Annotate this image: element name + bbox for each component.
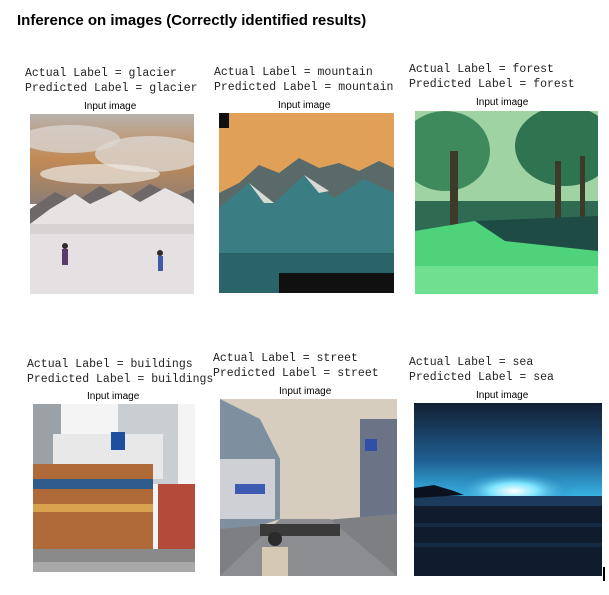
actual-label: Actual Label = mountain [214,66,373,79]
text-cursor [603,567,605,581]
input-image-caption: Input image [476,390,529,401]
predicted-label: Predicted Label = glacier [25,82,198,95]
input-image-caption: Input image [476,97,529,108]
input-image-caption: Input image [279,386,332,397]
glacier-image [30,114,194,294]
predicted-label: Predicted Label = buildings [27,373,214,386]
buildings-image [33,404,195,572]
street-image [220,399,397,576]
input-image-caption: Input image [278,100,331,111]
actual-label: Actual Label = sea [409,356,534,369]
predicted-label: Predicted Label = street [213,367,379,380]
input-image-caption: Input image [87,391,140,402]
input-image-caption: Input image [84,101,137,112]
sea-image [414,403,602,576]
forest-image [415,111,598,294]
actual-label: Actual Label = forest [409,63,554,76]
predicted-label: Predicted Label = forest [409,78,575,91]
actual-label: Actual Label = buildings [27,358,193,371]
figure-title: Inference on images (Correctly identifie… [17,12,367,29]
predicted-label: Predicted Label = mountain [214,81,394,94]
mountain-image [219,113,394,293]
actual-label: Actual Label = street [213,352,358,365]
actual-label: Actual Label = glacier [25,67,177,80]
predicted-label: Predicted Label = sea [409,371,554,384]
